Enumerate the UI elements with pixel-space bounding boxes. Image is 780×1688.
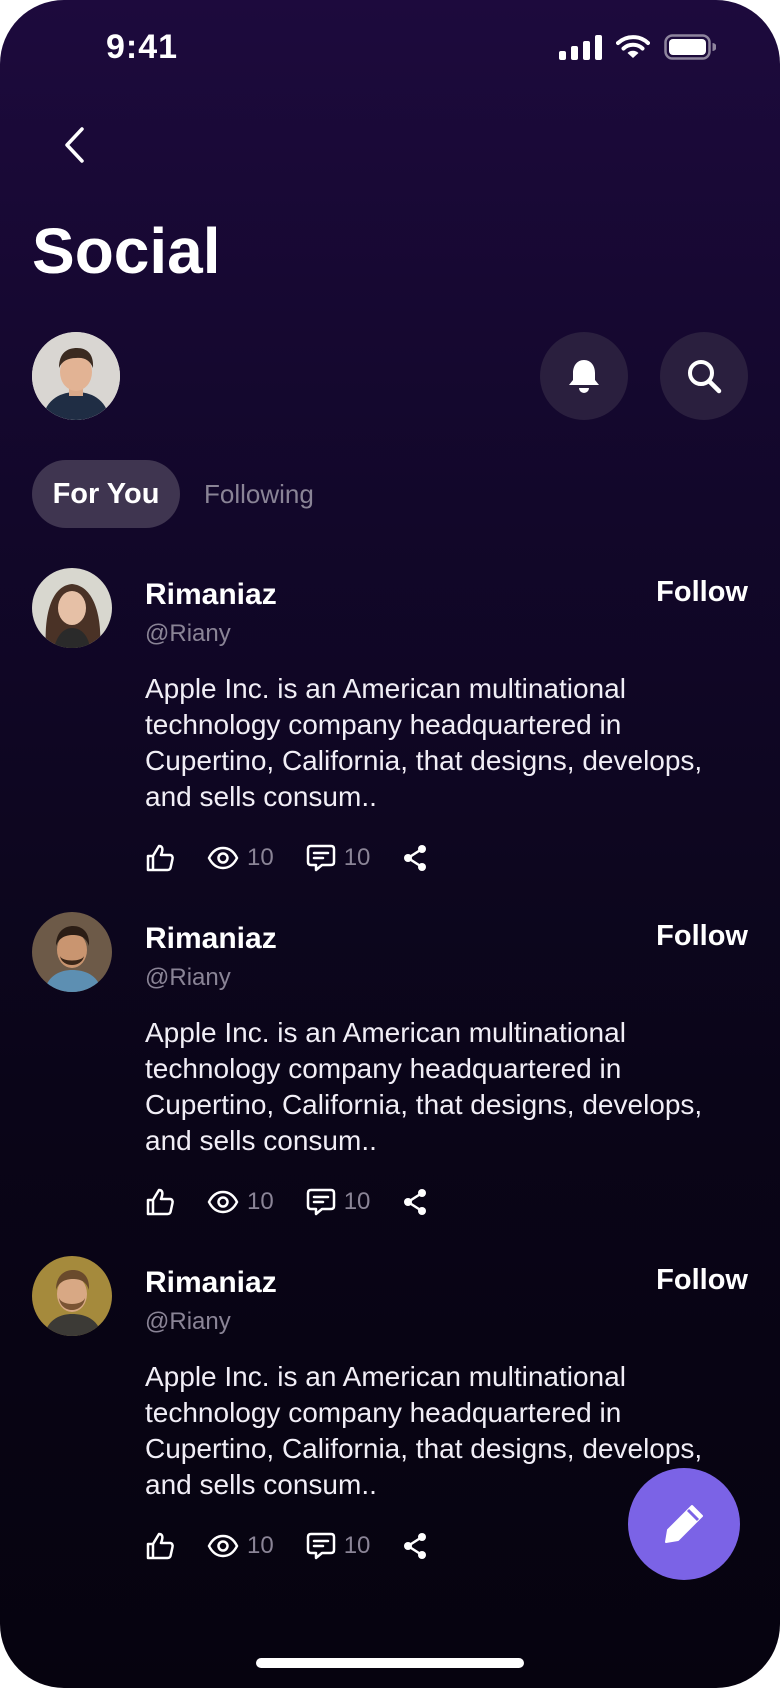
- post-author-handle: @Riany: [145, 1308, 231, 1335]
- comment-icon: [306, 844, 335, 872]
- post-author-handle: @Riany: [145, 964, 231, 991]
- chevron-left-icon: [65, 127, 84, 163]
- post-text: Apple Inc. is an American multinational …: [145, 673, 703, 812]
- follow-button[interactable]: Follow: [656, 576, 748, 609]
- tab-for-you[interactable]: For You: [32, 460, 180, 528]
- eye-icon: [207, 1190, 239, 1214]
- home-indicator[interactable]: [256, 1658, 524, 1668]
- comments-button[interactable]: 10: [306, 1187, 371, 1217]
- user-avatar[interactable]: [32, 332, 120, 420]
- post-author-avatar[interactable]: [32, 1256, 112, 1336]
- like-button[interactable]: [145, 843, 175, 873]
- share-button[interactable]: [402, 1188, 428, 1216]
- search-button[interactable]: [660, 332, 748, 420]
- post-card: Rimaniaz @Riany Follow Apple Inc. is an …: [0, 568, 780, 898]
- comments-button[interactable]: 10: [306, 843, 371, 873]
- page-title: Social: [32, 215, 221, 287]
- comments-button[interactable]: 10: [306, 1531, 371, 1561]
- status-icons: [559, 34, 716, 60]
- post-author-name[interactable]: Rimaniaz: [145, 1266, 277, 1300]
- pencil-icon: [665, 1505, 703, 1543]
- views-count: 10: [247, 1188, 274, 1215]
- wifi-icon: [616, 35, 650, 58]
- post-card: Rimaniaz @Riany Follow Apple Inc. is an …: [0, 912, 780, 1242]
- post-author-name[interactable]: Rimaniaz: [145, 578, 277, 612]
- views-counter[interactable]: 10: [207, 844, 274, 872]
- comment-icon: [306, 1532, 335, 1560]
- post-author-avatar[interactable]: [32, 568, 112, 648]
- views-count: 10: [247, 1532, 274, 1559]
- views-counter[interactable]: 10: [207, 1532, 274, 1560]
- share-icon: [404, 845, 427, 871]
- thumbs-up-icon: [146, 844, 174, 872]
- thumbs-up-icon: [146, 1188, 174, 1216]
- post-actions: 10 10: [145, 1182, 428, 1222]
- comments-count: 10: [343, 1188, 371, 1215]
- post-author-avatar[interactable]: [32, 912, 112, 992]
- share-button[interactable]: [402, 1532, 428, 1560]
- post-text: Apple Inc. is an American multinational …: [145, 1017, 703, 1156]
- phone-screen: 9:41 Social For You Following Rimaniaz @…: [0, 0, 780, 1688]
- post-actions: 10 10: [145, 1526, 428, 1566]
- post-author-name[interactable]: Rimaniaz: [145, 922, 277, 956]
- bell-icon: [569, 360, 599, 393]
- share-button[interactable]: [402, 844, 428, 872]
- eye-icon: [207, 1534, 239, 1558]
- comments-count: 10: [343, 1532, 371, 1559]
- thumbs-up-icon: [146, 1532, 174, 1560]
- post-author-handle: @Riany: [145, 620, 231, 647]
- views-counter[interactable]: 10: [207, 1188, 274, 1216]
- share-icon: [404, 1189, 427, 1215]
- notifications-button[interactable]: [540, 332, 628, 420]
- follow-button[interactable]: Follow: [656, 920, 748, 953]
- battery-icon: [664, 34, 716, 60]
- comments-count: 10: [343, 844, 371, 871]
- post-actions: 10 10: [145, 838, 428, 878]
- share-icon: [404, 1533, 427, 1559]
- compose-button[interactable]: [628, 1468, 740, 1580]
- like-button[interactable]: [145, 1187, 175, 1217]
- follow-button[interactable]: Follow: [656, 1264, 748, 1297]
- status-time: 9:41: [106, 28, 179, 66]
- like-button[interactable]: [145, 1531, 175, 1561]
- tab-following[interactable]: Following: [204, 460, 314, 528]
- comment-icon: [306, 1188, 335, 1216]
- back-button[interactable]: [52, 120, 96, 170]
- views-count: 10: [247, 844, 274, 871]
- search-icon: [688, 360, 722, 394]
- cellular-signal-icon: [559, 34, 602, 60]
- eye-icon: [207, 846, 239, 870]
